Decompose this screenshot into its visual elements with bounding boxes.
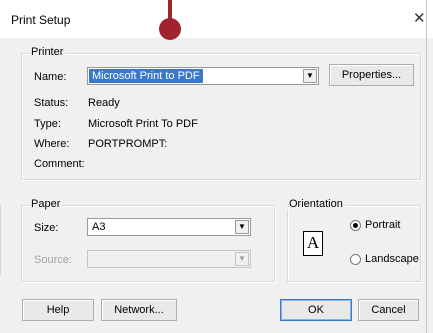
paper-size-value: A3 <box>92 221 106 233</box>
ok-button[interactable]: OK <box>280 299 352 321</box>
comment-label: Comment: <box>34 158 85 170</box>
orientation-group-label: Orientation <box>287 198 345 210</box>
where-label: Where: <box>34 138 70 150</box>
size-label: Size: <box>34 222 59 234</box>
cancel-button[interactable]: Cancel <box>358 299 419 321</box>
landscape-radio[interactable] <box>350 254 361 265</box>
window-edge <box>426 0 427 333</box>
close-icon[interactable]: ✕ <box>413 9 426 27</box>
window-edge-left <box>0 205 1 275</box>
properties-button[interactable]: Properties... <box>329 64 414 86</box>
marker-dot <box>159 18 181 40</box>
source-label: Source: <box>34 254 72 266</box>
paper-size-select[interactable]: A3 ▼ <box>87 218 251 236</box>
type-label: Type: <box>34 118 61 130</box>
dropdown-arrow-icon[interactable]: ▼ <box>235 220 249 234</box>
printer-group-label: Printer <box>29 46 66 58</box>
where-value: PORTPROMPT: <box>88 138 168 150</box>
dropdown-arrow-icon: ▼ <box>235 252 249 266</box>
paper-source-select: ▼ <box>87 250 251 268</box>
status-label: Status: <box>34 97 69 109</box>
window-title: Print Setup <box>11 13 71 27</box>
printer-name-value: Microsoft Print to PDF <box>89 69 203 83</box>
type-value: Microsoft Print To PDF <box>88 118 198 130</box>
name-label: Name: <box>34 71 67 83</box>
paper-source-value <box>88 253 92 265</box>
portrait-radio[interactable] <box>350 220 361 231</box>
portrait-page-icon: A <box>303 231 323 256</box>
page-icon-letter: A <box>306 233 320 252</box>
printer-name-select[interactable]: Microsoft Print to PDF ▼ <box>87 67 319 85</box>
paper-group-label: Paper <box>29 198 63 210</box>
network-button[interactable]: Network... <box>101 299 177 321</box>
help-button[interactable]: Help <box>22 299 94 321</box>
status-value: Ready <box>88 97 120 109</box>
landscape-label[interactable]: Landscape <box>365 253 419 265</box>
paper-group <box>21 205 275 282</box>
portrait-label[interactable]: Portrait <box>365 219 400 231</box>
dropdown-arrow-icon[interactable]: ▼ <box>303 69 317 83</box>
